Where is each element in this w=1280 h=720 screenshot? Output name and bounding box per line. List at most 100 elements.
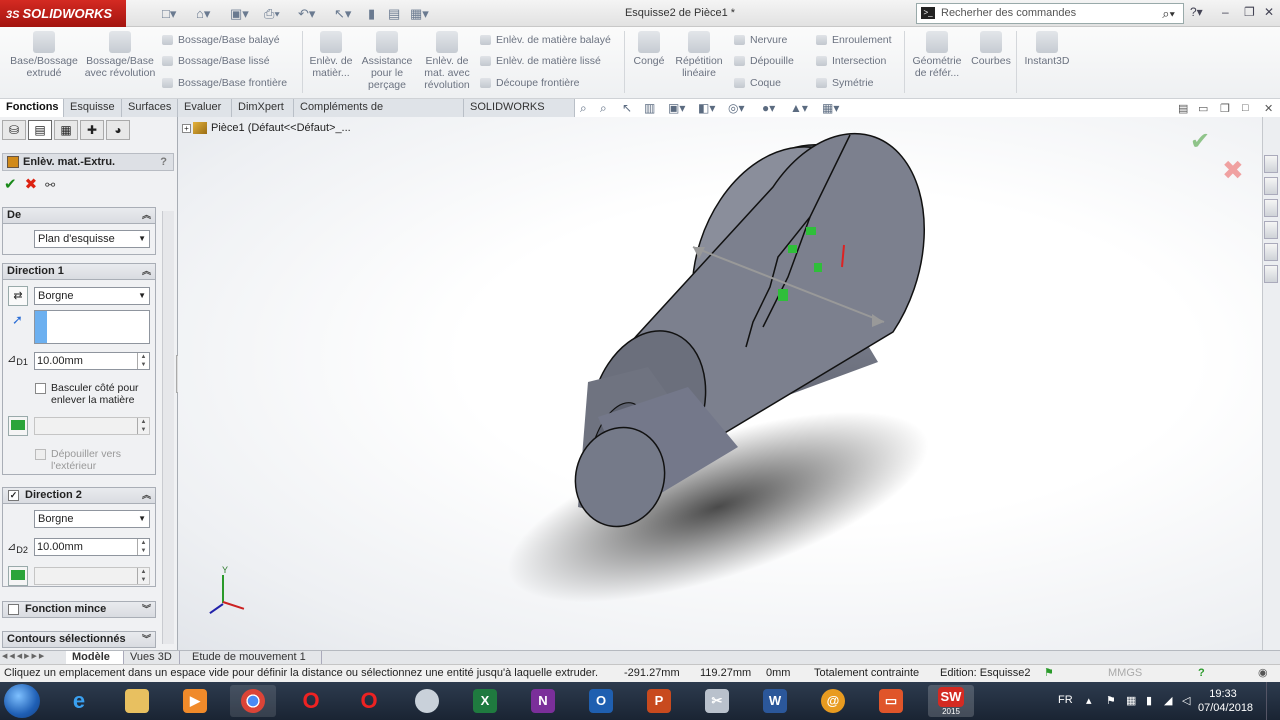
preview-glasses-icon[interactable]: ⚯ — [45, 178, 55, 192]
tab-scroll-arrows-icon[interactable]: ◀◀◀▶▶▶ — [2, 652, 46, 660]
boundary-cut-button[interactable]: Découpe frontière — [478, 75, 579, 91]
tab-surfaces[interactable]: Surfaces — [122, 99, 178, 117]
zoom-area-icon[interactable]: ⌕ — [600, 101, 607, 116]
lofted-boss-button[interactable]: Bossage/Base lissé — [160, 53, 270, 69]
tray-flag-icon[interactable]: ⚑ — [1106, 694, 1116, 707]
help-icon[interactable]: ?▾ — [1190, 5, 1203, 19]
tab-modele[interactable]: Modèle — [66, 651, 124, 665]
display-style-icon[interactable]: ◧▾ — [698, 101, 715, 115]
show-desktop-button[interactable] — [1266, 682, 1280, 720]
taskpane-explorer-icon[interactable] — [1264, 199, 1278, 217]
close-icon[interactable]: ✕ — [1264, 5, 1274, 19]
mirror-button[interactable]: Symétrie — [814, 75, 873, 91]
draft-onoff-icon[interactable] — [8, 416, 28, 436]
ie-taskbar-button[interactable]: e — [56, 685, 102, 717]
tray-battery-icon[interactable]: ▮ — [1146, 694, 1152, 707]
spin-arrows-icon[interactable]: ▲ ▼ — [137, 353, 149, 369]
panel-scrollbar[interactable] — [162, 211, 174, 644]
tab-mbd[interactable]: SOLIDWORKS MBD — [464, 99, 575, 130]
configurationmanager-tab-icon[interactable]: ▦ — [54, 120, 78, 140]
rib-button[interactable]: Nervure — [732, 32, 787, 48]
explorer-taskbar-button[interactable] — [114, 685, 160, 717]
end-condition2-select[interactable]: Borgne ▼ — [34, 510, 150, 528]
taskpane-resources-icon[interactable] — [1264, 155, 1278, 173]
section-direction1-header[interactable]: Direction 1 ︽ — [2, 263, 156, 280]
section-direction2-header[interactable]: ✓ Direction 2 ︽ — [2, 487, 156, 504]
view-orientation-icon[interactable]: ▣▾ — [668, 101, 685, 115]
tab-esquisse[interactable]: Esquisse — [64, 99, 122, 117]
lofted-cut-button[interactable]: Enlèv. de matière lissé — [478, 53, 601, 69]
search-icon[interactable]: ⌕▾ — [1162, 4, 1175, 23]
opera2-taskbar-button[interactable]: O — [346, 685, 392, 717]
doc-minimize-icon[interactable]: ▭ — [1198, 102, 1208, 115]
wrap-button[interactable]: Enroulement — [814, 32, 892, 48]
tab-fonctions[interactable]: Fonctions — [0, 99, 64, 117]
mail-taskbar-button[interactable]: @ — [810, 685, 856, 717]
onenote-taskbar-button[interactable]: N — [520, 685, 566, 717]
linear-pattern-button[interactable]: Répétition linéaire — [670, 31, 728, 79]
minimize-icon[interactable]: – — [1222, 5, 1229, 19]
snipping-taskbar-button[interactable]: ✂ — [694, 685, 740, 717]
draft-angle-input[interactable]: ▲ ▼ — [34, 417, 150, 435]
file-properties-icon[interactable]: ▤ — [388, 5, 400, 22]
reverse-direction-icon[interactable]: ⇄ — [8, 286, 28, 306]
boundary-boss-button[interactable]: Bossage/Base frontière — [160, 75, 287, 91]
spin-arrows-icon[interactable]: ▲ ▼ — [137, 418, 149, 434]
section-thin-header[interactable]: Fonction mince ︾ — [2, 601, 156, 618]
rebuild-icon[interactable]: ⚑ — [1044, 665, 1054, 682]
outlook-taskbar-button[interactable]: O — [578, 685, 624, 717]
fillet-button[interactable]: Congé — [628, 31, 670, 67]
revolved-boss-button[interactable]: Bossage/Base avec révolution — [84, 31, 156, 79]
select-icon[interactable]: ↖▾ — [334, 5, 351, 22]
draft-outward-checkbox[interactable]: Dépouiller vers l'extérieur — [35, 448, 155, 472]
thin-feature-checkbox[interactable] — [8, 604, 19, 615]
apply-scene-icon[interactable]: ▲▾ — [790, 101, 808, 115]
help-icon[interactable]: ? — [1198, 665, 1205, 682]
flip-side-checkbox[interactable]: Basculer côté pour enlever la matière — [35, 382, 155, 406]
spin-arrows-icon[interactable]: ▲ ▼ — [137, 539, 149, 555]
tray-volume-icon[interactable]: ◁ — [1182, 694, 1190, 707]
rebuild-icon[interactable]: ▮ — [368, 5, 375, 22]
draft2-onoff-icon[interactable] — [8, 566, 28, 586]
hole-wizard-button[interactable]: Assistance pour le perçage — [358, 31, 416, 91]
propertymanager-tab-icon[interactable]: ▤ — [28, 120, 52, 140]
section-contours-header[interactable]: Contours sélectionnés ︾ — [2, 631, 156, 648]
help-button[interactable]: ? — [160, 154, 167, 170]
doc-close-icon[interactable]: ✕ — [1264, 102, 1273, 115]
command-search[interactable]: >_ Recherher des commandes ⌕▾ — [916, 3, 1184, 24]
status-expand-icon[interactable]: ◉ — [1258, 665, 1268, 682]
tab-vues3d[interactable]: Vues 3D — [124, 651, 180, 665]
taskpane-library-icon[interactable] — [1264, 177, 1278, 195]
draft-button[interactable]: Dépouille — [732, 53, 794, 69]
app-taskbar-button[interactable] — [404, 685, 450, 717]
shell-button[interactable]: Coque — [732, 75, 781, 91]
start-button[interactable] — [4, 684, 40, 718]
end-condition1-select[interactable]: Borgne ▼ — [34, 287, 150, 305]
tab-complements[interactable]: Compléments de SOLIDWORKS — [294, 99, 464, 130]
opera-taskbar-button[interactable]: O — [288, 685, 334, 717]
clock[interactable]: 19:33 07/04/2018 — [1198, 687, 1253, 715]
direction2-checkbox[interactable]: ✓ — [8, 490, 19, 501]
excel-taskbar-button[interactable]: X — [462, 685, 508, 717]
tab-dimxpert[interactable]: DimXpert — [232, 99, 294, 117]
extruded-cut-button[interactable]: Enlèv. de matièr... — [306, 31, 356, 79]
graphics-area[interactable]: + Pièce1 (Défaut<<Défaut>_... ✔ ✖ Y — [178, 117, 1262, 650]
restore-icon[interactable]: ❐ — [1244, 5, 1255, 19]
solidworks-taskbar-button[interactable]: SW 2015 — [928, 685, 974, 717]
undo-icon[interactable]: ↶▾ — [298, 5, 315, 22]
taskpane-custom-icon[interactable] — [1264, 265, 1278, 283]
revolved-cut-button[interactable]: Enlèv. de mat. avec révolution — [418, 31, 476, 91]
tab-motion-study[interactable]: Etude de mouvement 1 — [186, 651, 322, 665]
section-view-icon[interactable]: ▥ — [644, 101, 655, 115]
tray-network-icon[interactable]: ▦ — [1126, 694, 1136, 707]
taskpane-palette-icon[interactable] — [1264, 221, 1278, 239]
draft2-angle-input[interactable]: ▲ ▼ — [34, 567, 150, 585]
media-taskbar-button[interactable]: ▶ — [172, 685, 218, 717]
print-icon[interactable]: ⎙▾ — [264, 5, 280, 22]
chrome-taskbar-button[interactable] — [230, 685, 276, 717]
language-indicator[interactable]: FR — [1058, 694, 1073, 706]
tab-evaluer[interactable]: Evaluer — [178, 99, 232, 117]
reference-geometry-button[interactable]: Géométrie de référ... — [908, 31, 966, 79]
options-icon[interactable]: ▦▾ — [410, 5, 429, 22]
depth2-input[interactable]: 10.00mm ▲ ▼ — [34, 538, 150, 556]
